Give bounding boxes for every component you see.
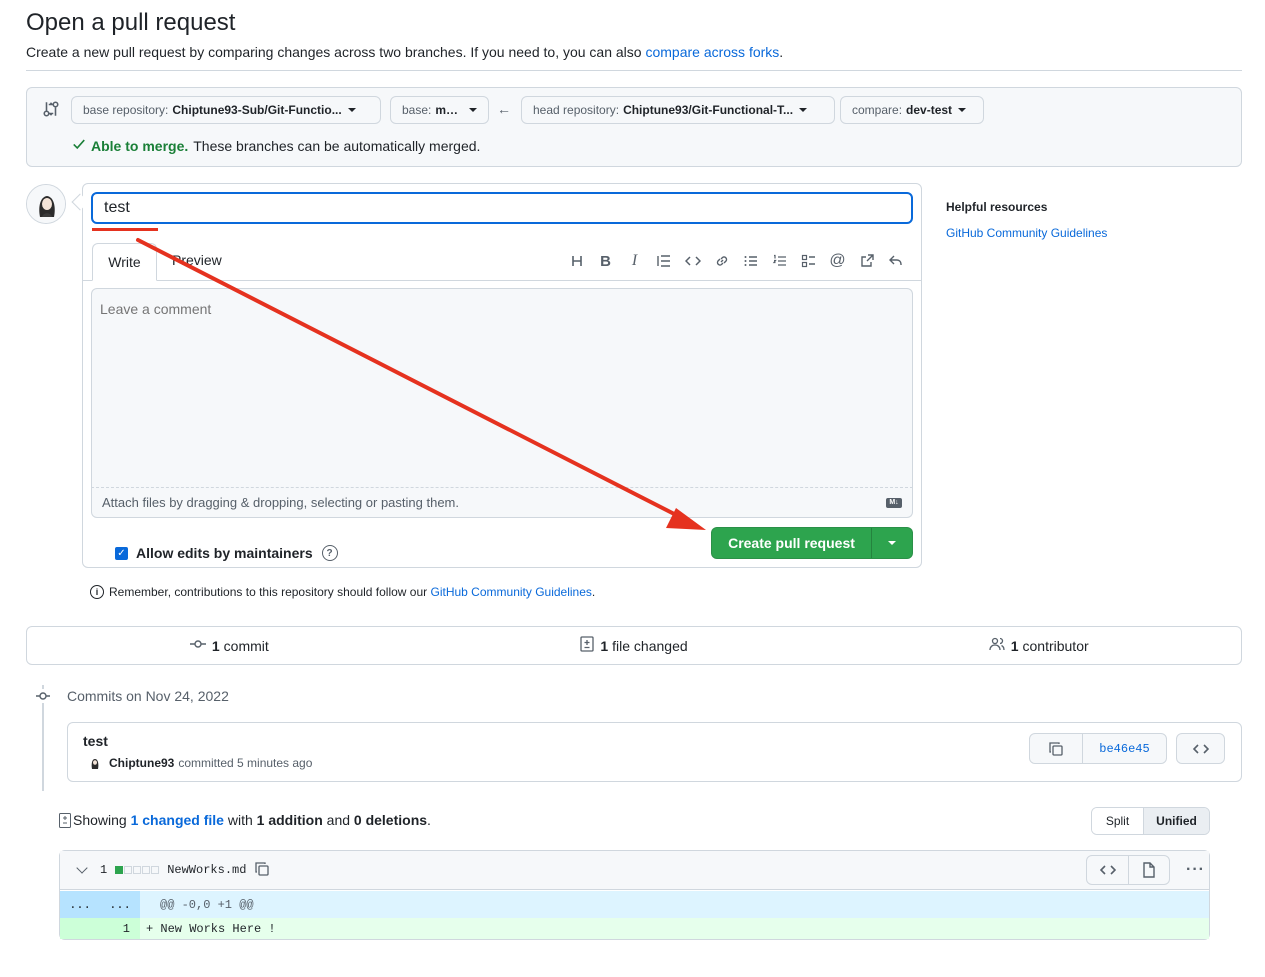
caret-down-icon [469,108,477,112]
expand-up-button[interactable]: ... [60,891,100,918]
tab-preview[interactable]: Preview [172,252,222,268]
caret-down-icon [888,541,896,545]
copy-sha-button[interactable] [1030,734,1083,763]
allow-edits-checkbox[interactable]: ✓ [115,546,128,560]
files-changed-tab[interactable]: 1 file changed [432,636,837,655]
pr-title-input[interactable] [91,192,913,224]
unordered-list-icon[interactable] [736,250,765,272]
help-icon[interactable]: ? [321,545,338,561]
commit-meta: Chiptune93 committed 5 minutes ago [88,756,312,770]
code-icon [1099,865,1116,875]
page-description: Create a new pull request by comparing c… [26,44,784,60]
git-compare-icon [42,100,60,118]
people-icon [989,637,1005,654]
task-list-icon[interactable] [794,250,823,272]
hunk-header-row: ... ... @@ -0,0 +1 @@ [60,891,1209,918]
caret-down-icon [958,108,967,112]
create-options-dropdown[interactable] [872,528,912,558]
diff-view-toggle: Split Unified [1091,807,1210,835]
base-repository-select[interactable]: base repository: Chiptune93-Sub/Git-Func… [71,96,381,124]
avatar[interactable] [26,184,66,224]
diffstat-neutral-block [124,866,133,874]
copy-icon [1049,741,1063,756]
caret-down-icon [799,108,808,112]
caret-down-icon [347,108,356,112]
allow-edits-option[interactable]: ✓ Allow edits by maintainers ? [115,545,338,561]
merge-status: Able to merge. These branches can be aut… [72,137,480,154]
bold-icon[interactable]: B [591,250,620,272]
diffstat-neutral-block [151,866,160,874]
commit-title-link[interactable]: test [83,733,108,749]
compare-branch-select[interactable]: compare: dev-test [840,96,984,124]
chevron-down-icon[interactable] [76,862,88,874]
commit-sha-link[interactable]: be46e45 [1083,734,1166,763]
contributors-tab[interactable]: 1 contributor [836,637,1241,654]
diff-line-content: + New Works Here ! [146,921,276,936]
tab-write[interactable]: Write [92,243,157,281]
commits-date-heading: Commits on Nov 24, 2022 [67,688,229,704]
diff-summary: Showing 1 changed file with 1 addition a… [59,812,431,828]
create-pull-request-button[interactable]: Create pull request [711,527,913,559]
ordered-list-icon[interactable] [765,250,794,272]
helpful-resources-title: Helpful resources [946,200,1048,214]
base-branch-select[interactable]: base: main [390,96,489,124]
diffstat-addition-block [115,866,124,874]
italic-icon[interactable]: I [620,250,649,272]
commit-sha-group: be46e45 [1029,733,1167,764]
commit-icon [189,638,206,653]
file-actions: ··· [1086,855,1205,885]
browse-repository-button[interactable] [1176,733,1225,764]
info-icon: i [90,585,104,599]
code-icon [1192,743,1209,754]
new-line-number[interactable]: 1 [100,918,140,939]
mention-icon[interactable]: @ [823,250,852,272]
compare-summary: 1 commit 1 file changed 1 contributor [26,626,1242,665]
markdown-toolbar: B I @ [562,250,910,272]
file-name[interactable]: NewWorks.md [167,863,246,877]
check-icon [72,137,86,154]
file-diff-icon [580,636,594,655]
copy-icon[interactable] [254,861,270,880]
community-guidelines-link[interactable]: GitHub Community Guidelines [431,585,592,599]
diffstat [115,866,160,874]
author-avatar[interactable] [88,756,102,770]
quote-icon[interactable] [649,250,678,272]
header-divider [26,70,1242,71]
split-view-button[interactable]: Split [1092,808,1144,834]
view-file-button[interactable] [1128,856,1169,884]
compare-across-forks-link[interactable]: compare across forks [645,44,779,60]
diffstat-neutral-block [133,866,142,874]
reference-icon[interactable] [852,250,881,272]
unified-view-button[interactable]: Unified [1144,808,1209,834]
changed-files-link[interactable]: 1 changed file [131,812,224,828]
markdown-icon: M↓ [886,497,902,508]
display-source-button[interactable] [1087,856,1128,884]
expand-down-button[interactable]: ... [100,891,140,918]
commits-tab[interactable]: 1 commit [27,638,432,654]
commit-icon [36,689,50,703]
contribution-reminder: i Remember, contributions to this reposi… [90,585,595,599]
file-header: 1 NewWorks.md [60,851,1209,890]
kebab-horizontal-icon[interactable]: ··· [1186,861,1205,879]
reply-icon[interactable] [881,250,910,272]
file-diff-icon [59,812,71,828]
comment-textarea[interactable] [91,288,913,488]
page-title: Open a pull request [26,9,236,36]
code-icon[interactable] [678,250,707,272]
arrow-left-icon: ← [497,101,511,117]
link-icon[interactable] [707,250,736,272]
old-line-number [60,918,100,939]
attach-files-bar[interactable]: Attach files by dragging & dropping, sel… [91,488,913,518]
head-repository-select[interactable]: head repository: Chiptune93/Git-Function… [521,96,835,124]
commit-author-link[interactable]: Chiptune93 [109,756,174,770]
annotation-underline [92,228,158,231]
sidebar-community-guidelines-link[interactable]: GitHub Community Guidelines [946,226,1107,240]
file-icon [1143,862,1155,878]
tabs-divider [83,280,921,281]
heading-icon[interactable] [562,250,591,272]
diffstat-neutral-block [142,866,151,874]
diff-addition-row: 1 + New Works Here ! [60,918,1209,939]
